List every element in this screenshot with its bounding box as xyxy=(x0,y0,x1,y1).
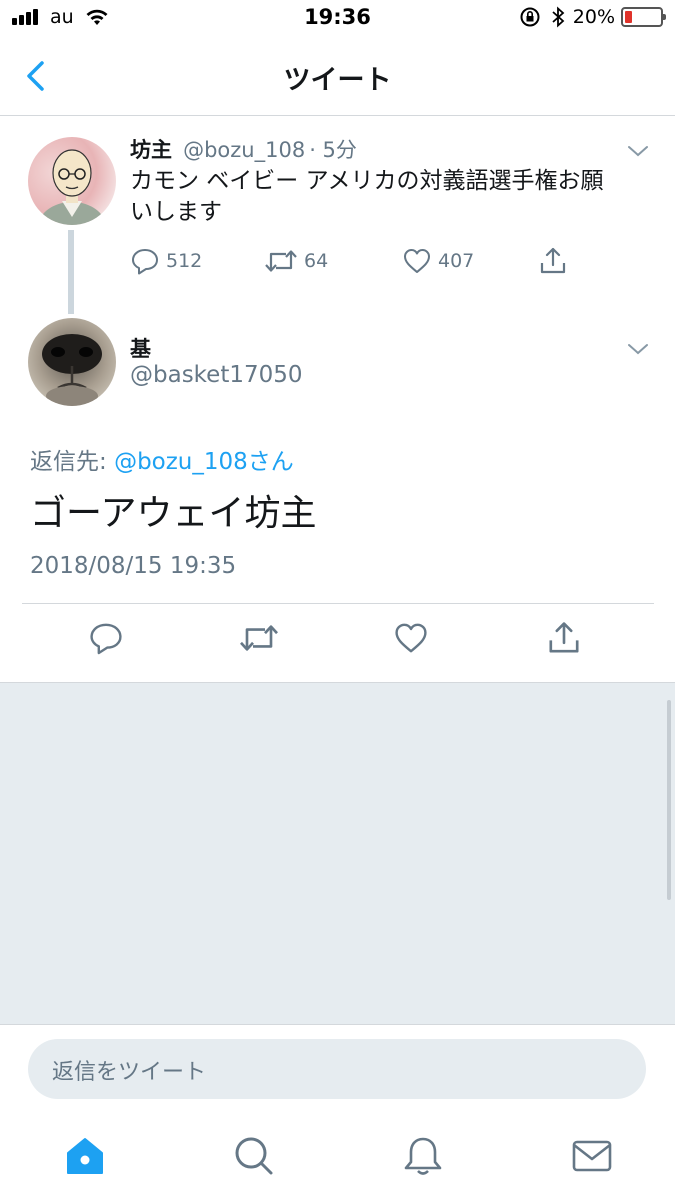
heart-icon xyxy=(395,623,427,653)
search-icon[interactable] xyxy=(232,1134,276,1178)
author-handle[interactable]: @bozu_108 xyxy=(183,138,305,162)
like-count: 407 xyxy=(438,250,475,272)
parent-tweet-text: カモン ベイビー アメリカの対義語選手権お願 いします xyxy=(130,168,604,225)
page-title: ツイート xyxy=(283,65,392,96)
tweet-time-ago: · 5分 xyxy=(309,138,357,162)
avatar-bozu[interactable] xyxy=(28,137,116,225)
parent-tweet-actions: 512 64 407 xyxy=(130,246,600,282)
reply-placeholder: 返信をツイート xyxy=(52,1060,207,1085)
share-icon xyxy=(540,247,566,274)
share-button[interactable] xyxy=(538,246,574,276)
retweet-button[interactable] xyxy=(238,620,286,656)
status-bar: au 19:36 20% xyxy=(0,0,675,38)
empty-replies-area xyxy=(0,682,675,1024)
orientation-lock-icon xyxy=(520,7,540,27)
thread-connector xyxy=(68,230,74,314)
retweet-icon xyxy=(240,625,278,651)
battery-icon xyxy=(621,7,666,27)
compose-bar: 返信をツイート xyxy=(0,1024,675,1120)
bluetooth-icon xyxy=(552,6,565,28)
messages-icon[interactable] xyxy=(570,1134,614,1178)
chevron-down-icon[interactable] xyxy=(626,143,650,159)
reply-to-line: 返信先: @bozu_108さん xyxy=(30,449,294,475)
reply-mention-link[interactable]: @bozu_108さん xyxy=(114,449,294,475)
share-icon xyxy=(549,622,579,653)
scrollbar[interactable] xyxy=(667,700,671,900)
retweet-icon xyxy=(265,250,297,272)
reply-icon xyxy=(132,249,158,275)
avatar-basket[interactable] xyxy=(28,318,116,406)
notifications-icon[interactable] xyxy=(401,1134,445,1178)
battery-percent: 20% xyxy=(572,6,615,28)
reply-input[interactable]: 返信をツイート xyxy=(28,1039,646,1099)
share-button[interactable] xyxy=(546,620,588,656)
tweet-timestamp: 2018/08/15 19:35 xyxy=(30,553,237,579)
nav-bar: ツイート xyxy=(0,38,675,116)
reply-button[interactable] xyxy=(88,620,130,656)
reply-icon xyxy=(90,623,122,655)
retweet-button[interactable]: 64 xyxy=(264,246,328,276)
heart-icon xyxy=(404,249,430,273)
tweet-actions xyxy=(0,620,675,670)
author-name[interactable]: 基 xyxy=(130,333,151,363)
retweet-count: 64 xyxy=(304,250,329,272)
chevron-down-icon[interactable] xyxy=(626,341,650,357)
reply-button[interactable]: 512 xyxy=(130,246,202,276)
author-name[interactable]: 坊主 xyxy=(130,138,172,162)
tweet-text: ゴーアウェイ坊主 xyxy=(30,493,317,534)
author-handle[interactable]: @basket17050 xyxy=(130,362,303,388)
tab-bar xyxy=(0,1120,675,1200)
divider xyxy=(22,603,654,604)
home-icon[interactable] xyxy=(63,1134,107,1178)
like-button[interactable]: 407 xyxy=(402,246,474,276)
parent-tweet-header: 坊主 @bozu_108 · 5分 xyxy=(130,134,357,164)
like-button[interactable] xyxy=(393,620,435,656)
reply-count: 512 xyxy=(166,250,203,272)
